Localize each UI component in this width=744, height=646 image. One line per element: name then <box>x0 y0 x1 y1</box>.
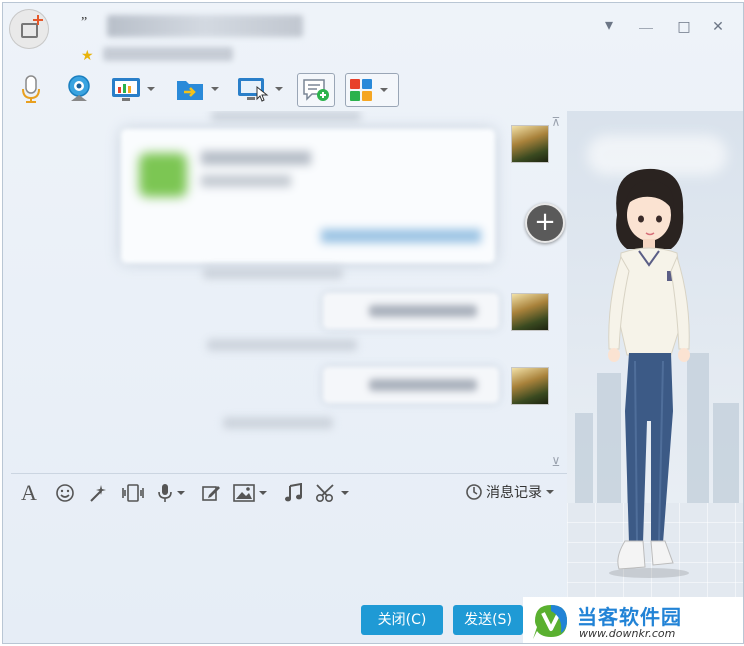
contact-signature-blurred <box>103 47 233 61</box>
chat-window: ” ★ ▾ ＿ □ ✕ ⊼ ⊻ + A 消息记录 关闭(C) 发送(S) 当客软… <box>2 2 744 644</box>
chevron-down-icon <box>211 87 219 91</box>
send-button[interactable]: 发送(S) <box>453 605 523 635</box>
clock-icon <box>466 484 482 500</box>
folder-icon <box>177 81 203 100</box>
watermark-name: 当客软件园 <box>577 605 682 629</box>
scroll-down-icon[interactable]: ⊻ <box>549 456 563 468</box>
chevron-down-icon <box>380 88 388 92</box>
emoji-button[interactable] <box>55 481 75 505</box>
smiley-icon <box>56 484 74 502</box>
chevron-down-icon <box>177 491 185 495</box>
microphone-icon <box>22 75 40 103</box>
message-history-label: 消息记录 <box>486 485 542 501</box>
scroll-up-icon[interactable]: ⊼ <box>549 116 563 128</box>
minimize-button[interactable]: ＿ <box>636 13 656 33</box>
font-button[interactable]: A <box>21 480 37 505</box>
magic-wand-icon <box>90 485 106 502</box>
nickname-quote: ” <box>81 15 88 30</box>
chevron-down-icon <box>546 490 554 494</box>
voice-message-button[interactable] <box>157 481 185 505</box>
window-icon <box>21 23 38 38</box>
message-input[interactable] <box>3 509 567 603</box>
group-chat-button[interactable] <box>297 73 335 107</box>
message-bubble <box>323 367 499 403</box>
chevron-down-icon <box>275 87 283 91</box>
watermark-url: www.downkr.com <box>579 627 676 640</box>
timestamp-blurred <box>223 417 333 429</box>
remote-desktop-icon <box>238 78 269 102</box>
avatar[interactable] <box>511 293 549 331</box>
divider <box>11 473 567 474</box>
microphone-icon <box>158 484 172 502</box>
image-button[interactable] <box>233 481 267 505</box>
file-transfer-button[interactable] <box>175 73 219 105</box>
poke-button[interactable] <box>87 481 109 505</box>
avatar[interactable] <box>9 9 49 49</box>
chevron-down-icon <box>147 87 155 91</box>
music-button[interactable] <box>283 481 303 505</box>
edit-icon <box>202 486 220 501</box>
apps-button[interactable] <box>345 73 399 107</box>
menu-dropdown-button[interactable]: ▾ <box>599 15 619 35</box>
character-figure <box>608 168 690 578</box>
scissors-icon <box>315 484 334 503</box>
chat-add-icon <box>303 79 329 101</box>
close-button[interactable]: 关闭(C) <box>361 605 443 635</box>
timestamp-blurred <box>211 111 361 121</box>
vibrate-button[interactable] <box>121 481 145 505</box>
vibrate-icon <box>122 484 144 502</box>
voice-call-button[interactable] <box>19 73 43 105</box>
chevron-down-icon <box>341 491 349 495</box>
timestamp-blurred <box>207 339 357 351</box>
remote-desktop-button[interactable] <box>237 73 283 105</box>
chevron-down-icon <box>259 491 267 495</box>
apps-grid-icon <box>350 79 372 101</box>
camera-icon <box>68 75 90 101</box>
music-note-icon <box>285 483 302 502</box>
video-call-button[interactable] <box>65 73 93 105</box>
close-window-button[interactable]: ✕ <box>708 17 728 37</box>
star-icon: ★ <box>81 48 94 64</box>
add-icon <box>33 15 43 25</box>
timestamp-blurred <box>203 267 343 279</box>
screenshot-button[interactable] <box>315 481 349 505</box>
message-history-button[interactable]: 消息记录 <box>465 482 554 502</box>
watermark: 当客软件园 www.downkr.com <box>523 597 743 643</box>
screen-share-button[interactable] <box>111 73 155 105</box>
maximize-button[interactable]: □ <box>674 17 694 37</box>
show-avatar-panel <box>567 111 743 643</box>
watermark-logo-icon <box>533 605 567 639</box>
chat-history[interactable]: ⊼ ⊻ <box>3 111 567 469</box>
message-bubble <box>323 293 499 329</box>
contact-name-blurred <box>107 15 303 37</box>
font-icon: A <box>21 480 37 505</box>
avatar[interactable] <box>511 125 549 163</box>
add-circle-button[interactable]: + <box>525 203 565 243</box>
doodle-button[interactable] <box>201 481 221 505</box>
screen-share-icon <box>112 78 140 101</box>
image-icon <box>233 484 255 502</box>
avatar[interactable] <box>511 367 549 405</box>
message-card <box>121 129 495 263</box>
